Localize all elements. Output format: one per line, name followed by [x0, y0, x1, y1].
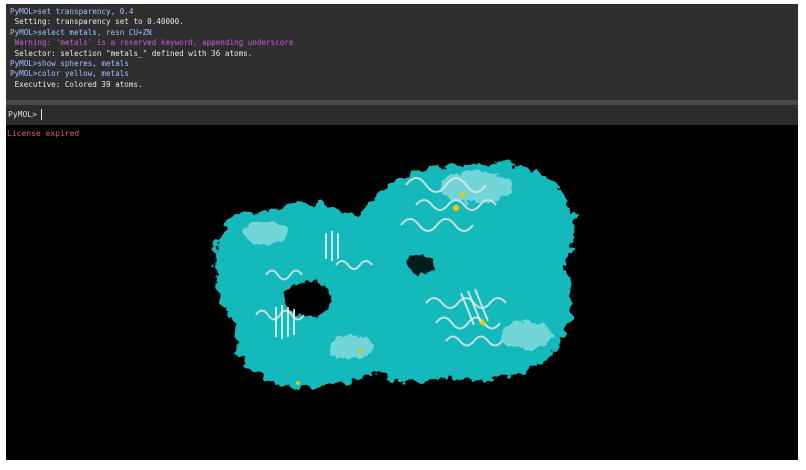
pymol-window: PyMOL>set transparency, 0.4 Setting: tra…: [6, 4, 798, 460]
license-warning: License expired: [7, 129, 80, 138]
log-line: Selector: selection "metals_" defined wi…: [10, 48, 253, 58]
log-line: PyMOL>color yellow, metals: [10, 69, 129, 79]
command-input[interactable]: [40, 107, 640, 122]
text-caret: [41, 109, 42, 120]
log-line: PyMOL>select metals, resn CU+ZN: [10, 27, 152, 37]
log-line: Warning: 'metals' is a reserved keyword,…: [10, 38, 294, 48]
protein-surface-render[interactable]: [6, 125, 798, 460]
molecule-viewport[interactable]: License expired: [6, 125, 798, 460]
output-log: PyMOL>set transparency, 0.4 Setting: tra…: [6, 4, 798, 100]
log-line: PyMOL>set transparency, 0.4: [10, 7, 134, 16]
command-bar: PyMOL>: [6, 105, 798, 125]
protein-surface: [215, 162, 575, 388]
command-prompt: PyMOL>: [8, 110, 37, 119]
log-line: Setting: transparency set to 0.40000.: [10, 17, 184, 27]
log-line: PyMOL>show spheres, metals: [10, 59, 129, 69]
log-line: Executive: Colored 39 atoms.: [10, 79, 143, 89]
